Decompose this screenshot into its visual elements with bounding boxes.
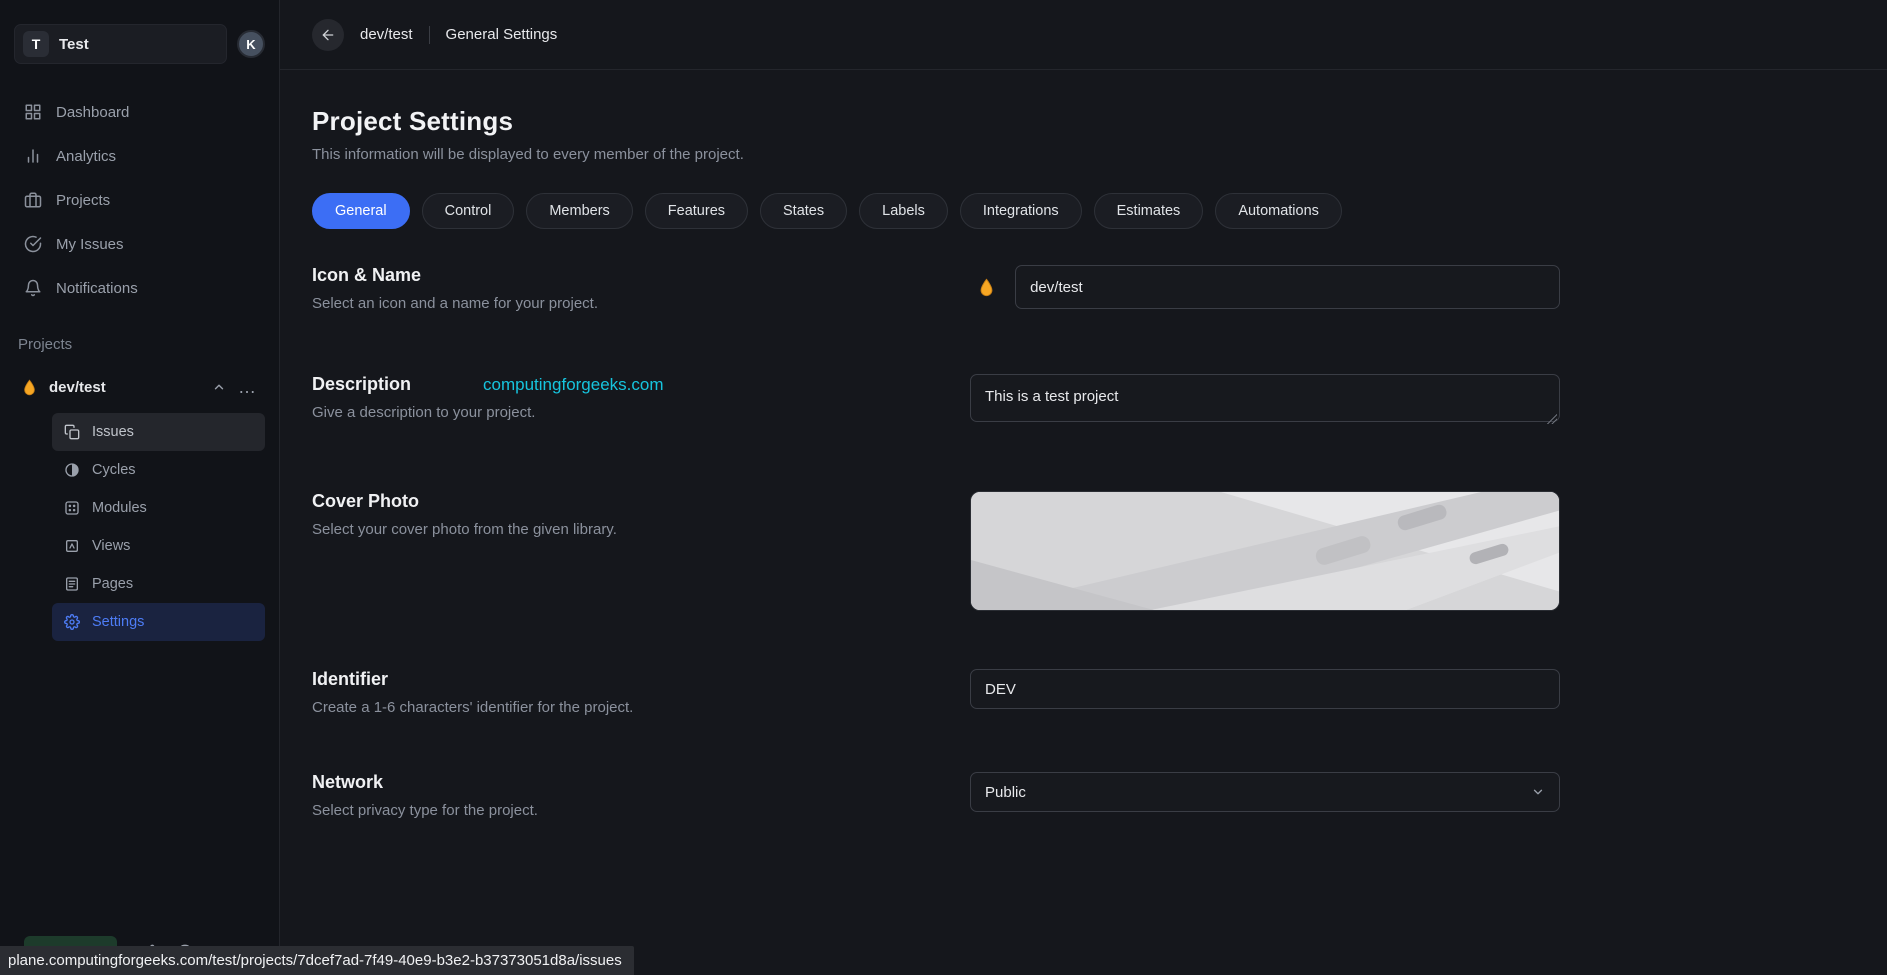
section-cover-photo: Cover Photo Select your cover photo from… (312, 491, 1560, 611)
tab-control[interactable]: Control (422, 193, 515, 229)
issues-icon (64, 424, 80, 440)
sidebar-item-views[interactable]: Views (52, 527, 265, 565)
project-droplet-icon (22, 379, 37, 396)
user-avatar[interactable]: K (237, 30, 265, 58)
tab-automations[interactable]: Automations (1215, 193, 1342, 229)
cover-photo-image[interactable] (970, 491, 1560, 611)
breadcrumb-divider (429, 26, 430, 44)
workspace-avatar: T (23, 31, 49, 57)
browser-status-bar: plane.computingforgeeks.com/test/project… (0, 946, 634, 975)
arrow-left-icon (320, 27, 336, 43)
section-desc: Select an icon and a name for your proje… (312, 295, 930, 312)
sidebar: T Test K Dashboard Analytics Projects (0, 0, 280, 975)
workspace-row: T Test K (14, 24, 265, 64)
sidebar-nav: Dashboard Analytics Projects My Issues N… (14, 90, 265, 310)
document-icon (64, 576, 80, 592)
modules-icon (64, 500, 80, 516)
settings-tabs: General Control Members Features States … (312, 193, 1560, 229)
section-desc: Give a description to your project. (312, 404, 930, 421)
project-emoji-button[interactable] (970, 269, 1003, 305)
section-desc: Create a 1-6 characters' identifier for … (312, 699, 930, 716)
workspace-switcher[interactable]: T Test (14, 24, 227, 64)
sub-nav-label: Cycles (92, 462, 136, 478)
sidebar-item-cycles[interactable]: Cycles (52, 451, 265, 489)
section-title: Description (312, 374, 411, 395)
nav-label: Analytics (56, 148, 116, 165)
gear-icon (64, 614, 80, 630)
sidebar-item-my-issues[interactable]: My Issues (14, 222, 265, 266)
section-identifier: Identifier Create a 1-6 characters' iden… (312, 669, 1560, 716)
tab-members[interactable]: Members (526, 193, 632, 229)
nav-label: My Issues (56, 236, 124, 253)
sub-nav-label: Modules (92, 500, 147, 516)
topbar: dev/test General Settings (280, 0, 1887, 70)
layers-icon (64, 538, 80, 554)
contrast-icon (64, 462, 80, 478)
sub-nav-label: Settings (92, 614, 144, 630)
sidebar-item-modules[interactable]: Modules (52, 489, 265, 527)
page-title: Project Settings (312, 106, 1560, 137)
project-name-input[interactable] (1015, 265, 1560, 309)
bell-icon (24, 279, 42, 297)
sidebar-item-settings[interactable]: Settings (52, 603, 265, 641)
sidebar-item-pages[interactable]: Pages (52, 565, 265, 603)
section-desc: Select your cover photo from the given l… (312, 521, 930, 538)
section-title: Icon & Name (312, 265, 930, 286)
breadcrumb-page: General Settings (446, 26, 558, 43)
section-title: Identifier (312, 669, 930, 690)
sub-nav-label: Pages (92, 576, 133, 592)
identifier-input[interactable] (970, 669, 1560, 709)
check-circle-icon (24, 235, 42, 253)
watermark-text: computingforgeeks.com (483, 375, 663, 395)
projects-section-header: Projects (14, 336, 265, 353)
description-textarea[interactable]: This is a test project (970, 374, 1560, 422)
project-row-dev-test[interactable]: dev/test … (14, 367, 265, 407)
nav-label: Notifications (56, 280, 138, 297)
tab-features[interactable]: Features (645, 193, 748, 229)
project-sub-nav: Issues Cycles Modules Views Pages (52, 413, 265, 641)
project-droplet-icon (978, 278, 995, 297)
tab-integrations[interactable]: Integrations (960, 193, 1082, 229)
tab-states[interactable]: States (760, 193, 847, 229)
chevron-down-icon (1531, 785, 1545, 799)
main-area: dev/test General Settings Project Settin… (280, 0, 1887, 975)
settings-content: Project Settings This information will b… (280, 70, 1887, 975)
project-menu-ellipsis-icon[interactable]: … (238, 382, 257, 392)
sidebar-item-dashboard[interactable]: Dashboard (14, 90, 265, 134)
tab-general[interactable]: General (312, 193, 410, 229)
grid-icon (24, 103, 42, 121)
network-selected-value: Public (985, 784, 1026, 801)
collapse-chevron-up-icon[interactable] (212, 380, 226, 394)
tab-estimates[interactable]: Estimates (1094, 193, 1204, 229)
section-title: Cover Photo (312, 491, 930, 512)
section-network: Network Select privacy type for the proj… (312, 772, 1560, 819)
network-select[interactable]: Public (970, 772, 1560, 812)
sub-nav-label: Issues (92, 424, 134, 440)
sub-nav-label: Views (92, 538, 130, 554)
tab-labels[interactable]: Labels (859, 193, 948, 229)
nav-label: Dashboard (56, 104, 129, 121)
sidebar-item-issues[interactable]: Issues (52, 413, 265, 451)
page-subtitle: This information will be displayed to ev… (312, 146, 1560, 163)
section-desc: Select privacy type for the project. (312, 802, 930, 819)
breadcrumb-project[interactable]: dev/test (360, 26, 413, 43)
workspace-name: Test (59, 36, 89, 53)
sidebar-item-analytics[interactable]: Analytics (14, 134, 265, 178)
section-icon-name: Icon & Name Select an icon and a name fo… (312, 265, 1560, 312)
sidebar-item-notifications[interactable]: Notifications (14, 266, 265, 310)
section-description: Description computingforgeeks.com Give a… (312, 374, 1560, 427)
section-title: Network (312, 772, 930, 793)
sidebar-item-projects[interactable]: Projects (14, 178, 265, 222)
nav-label: Projects (56, 192, 110, 209)
briefcase-icon (24, 191, 42, 209)
project-name: dev/test (49, 379, 200, 396)
bar-chart-icon (24, 147, 42, 165)
back-button[interactable] (312, 19, 344, 51)
